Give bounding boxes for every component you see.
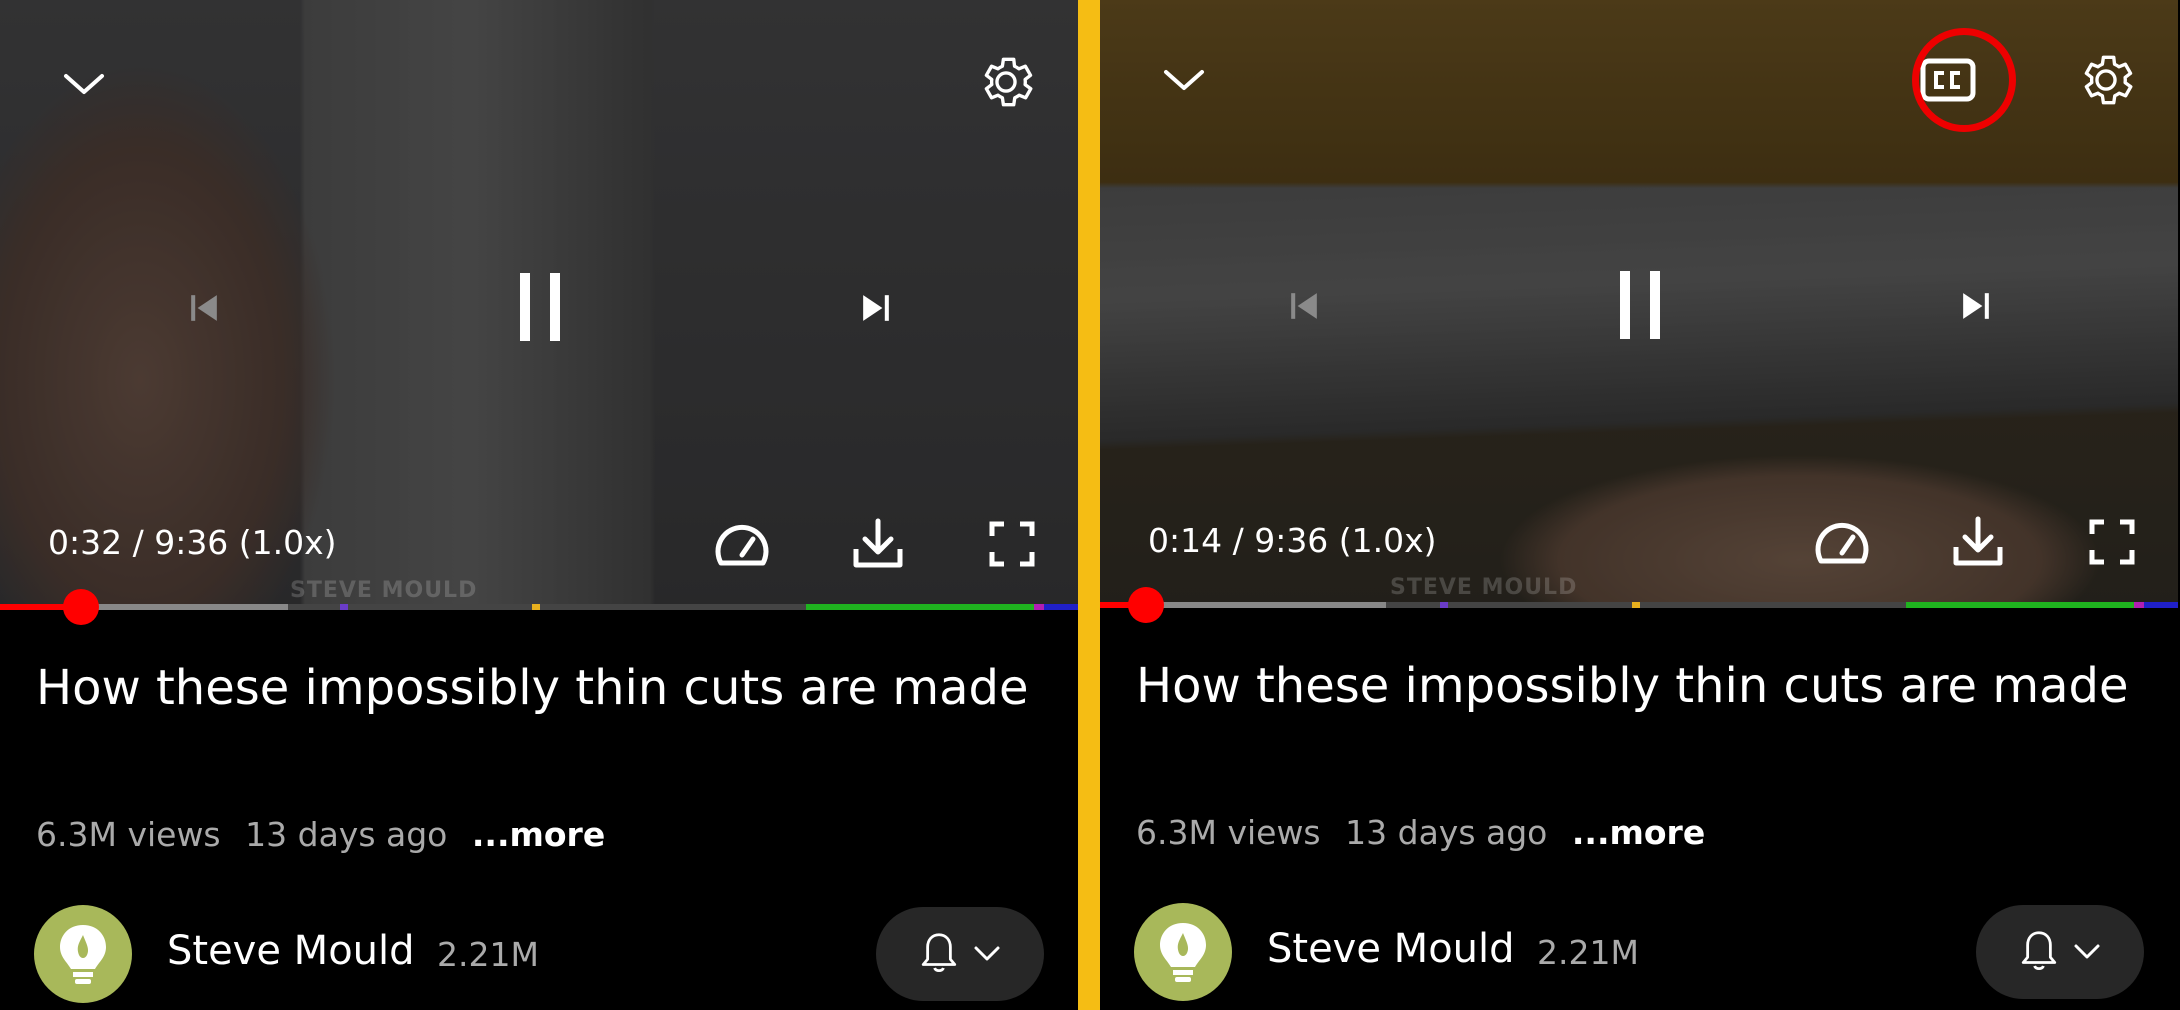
avatar[interactable] [1134,903,1232,1001]
video-meta: 6.3M views 13 days ago ...more [36,815,619,854]
subscriber-count: 2.21M [1537,933,1639,972]
gear-icon[interactable] [970,46,1042,118]
upload-age: 13 days ago [245,815,448,854]
video-watermark: STEVE MOULD [1390,575,1578,600]
bell-icon [2021,931,2057,971]
video-panel-right: STEVE MOULD 0:14 / 9:36 (1.0x) How these… [1100,0,2178,1010]
skip-previous-icon[interactable] [1276,278,1332,334]
progress-bar[interactable] [0,589,1078,625]
video-player[interactable]: STEVE MOULD 0:32 / 9:36 (1.0x) [0,0,1078,607]
gear-icon[interactable] [2070,44,2142,116]
video-meta: 6.3M views 13 days ago ...more [1136,813,1719,852]
avatar[interactable] [34,905,132,1003]
fullscreen-icon[interactable] [980,512,1044,576]
chevron-down-icon[interactable] [1152,48,1216,112]
notification-button[interactable] [876,907,1044,1001]
progress-scrubber[interactable] [63,589,99,625]
subscriber-count: 2.21M [437,935,539,974]
playback-time: 0:32 / 9:36 (1.0x) [48,523,337,562]
video-title: How these impossibly thin cuts are made [36,660,1029,716]
speedometer-icon[interactable] [710,512,774,576]
pause-icon[interactable] [500,262,580,352]
panel-divider [1078,0,1100,1010]
download-icon[interactable] [846,512,910,576]
cc-highlight-ring [1912,28,2016,132]
more-link[interactable]: ...more [472,815,605,854]
chapter-segment [806,604,1034,610]
skip-next-icon[interactable] [1948,278,2004,334]
channel-name[interactable]: Steve Mould [1267,926,1515,972]
notification-button[interactable] [1976,905,2144,999]
chevron-down-icon [2074,944,2100,959]
lightbulb-icon [60,925,106,984]
speedometer-icon[interactable] [1810,510,1874,574]
progress-scrubber[interactable] [1128,587,1164,623]
chapter-segment [1906,602,2134,608]
progress-bar[interactable] [1100,587,2178,623]
playback-time: 0:14 / 9:36 (1.0x) [1148,521,1437,560]
fullscreen-icon[interactable] [2080,510,2144,574]
video-player[interactable]: STEVE MOULD 0:14 / 9:36 (1.0x) [1100,0,2178,607]
more-link[interactable]: ...more [1572,813,1705,852]
channel-name[interactable]: Steve Mould [167,928,415,974]
lightbulb-icon [1160,923,1206,982]
chevron-down-icon [974,946,1000,961]
skip-previous-icon[interactable] [176,280,232,336]
upload-age: 13 days ago [1345,813,1548,852]
view-count: 6.3M views [36,815,221,854]
view-count: 6.3M views [1136,813,1321,852]
bell-icon [921,933,957,973]
skip-next-icon[interactable] [848,280,904,336]
chevron-down-icon[interactable] [52,52,116,116]
video-title: How these impossibly thin cuts are made [1136,658,2129,714]
video-panel-left: STEVE MOULD 0:32 / 9:36 (1.0x) How these… [0,0,1078,1010]
download-icon[interactable] [1946,510,2010,574]
video-watermark: STEVE MOULD [290,578,478,603]
pause-icon[interactable] [1600,260,1680,350]
